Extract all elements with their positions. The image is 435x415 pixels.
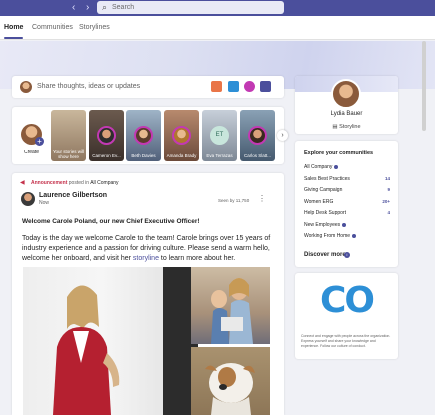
community-item[interactable]: Help Desk Support 4	[304, 210, 390, 216]
scrollbar[interactable]	[422, 41, 426, 131]
tab-bar: Home Communities Storylines	[0, 16, 435, 40]
discover-more-link[interactable]: Discover more	[304, 251, 346, 259]
post-image-presenter[interactable]	[23, 267, 198, 415]
storyline-link[interactable]: storyline	[133, 255, 159, 262]
tab-communities[interactable]: Communities	[32, 16, 73, 40]
more-options-icon[interactable]: ⋮	[258, 194, 266, 204]
post-headline: Welcome Carole Poland, our new Chief Exe…	[22, 218, 200, 225]
post-body-text-end: to learn more about her.	[158, 255, 236, 262]
explore-title: Explore your communities	[304, 150, 374, 156]
community-item[interactable]: Women ERG 20+	[304, 199, 390, 205]
community-link[interactable]: All Company	[90, 180, 118, 186]
tab-storylines[interactable]: Storylines	[79, 16, 110, 40]
post-time: Now	[39, 200, 50, 206]
unread-dot-icon	[342, 222, 347, 227]
search-placeholder: Search	[112, 4, 135, 11]
unread-count: 14	[384, 176, 390, 181]
post-image-family[interactable]	[191, 267, 270, 344]
author-name[interactable]: Laurence Gilbertson	[39, 191, 107, 200]
story-carlos[interactable]: Carlos Slatt...	[240, 110, 275, 161]
community-item[interactable]: Working From Home	[304, 233, 390, 239]
seen-by-count[interactable]: Seen by 11,750	[218, 198, 249, 204]
article-icon[interactable]	[260, 81, 271, 92]
story-avatar	[97, 126, 116, 145]
search-box[interactable]: ⌕ Search	[97, 1, 284, 14]
profile-avatar[interactable]	[331, 79, 361, 109]
story-avatar-initials: ET	[210, 126, 229, 145]
profile-card: Lydia Bauer ▤ Storyline	[295, 76, 398, 134]
communities-logo: CO	[319, 280, 375, 321]
explore-communities: Explore your communities All Company Sal…	[295, 141, 398, 267]
tab-home[interactable]: Home	[4, 16, 24, 40]
create-story[interactable]: + Create	[14, 110, 49, 161]
story-placeholder: Your stories will show here	[51, 110, 86, 161]
storyline-button[interactable]: ▤ Storyline	[295, 123, 398, 131]
dog-illustration	[205, 363, 255, 415]
story-amanda[interactable]: Amanda Brady	[164, 110, 199, 161]
stories-strip: + Create Your stories will show here Cam…	[12, 107, 284, 164]
composer[interactable]: Share thoughts, ideas or updates	[12, 76, 284, 98]
discussion-icon[interactable]	[211, 81, 222, 92]
title-bar: ‹ › ⌕ Search	[0, 0, 435, 16]
community-item[interactable]: All Company	[304, 164, 390, 170]
story-label: Eva Terrazas	[206, 153, 233, 158]
unread-count: 9	[387, 187, 390, 192]
megaphone-icon: ◀	[20, 180, 25, 186]
discover-description: Connect and engage with people across th…	[301, 334, 391, 348]
storyline-label: Storyline	[339, 124, 361, 130]
composer-placeholder: Share thoughts, ideas or updates	[37, 83, 141, 90]
discover-card[interactable]: CO Connect and engage with people across…	[295, 273, 398, 359]
author-avatar[interactable]	[21, 192, 35, 206]
unread-count: 20+	[382, 199, 390, 204]
story-cameron[interactable]: Cameron Ev...	[89, 110, 124, 161]
user-avatar	[20, 81, 32, 93]
story-label: Beth Davies	[131, 153, 156, 158]
presenter-illustration	[53, 267, 198, 415]
info-icon[interactable]: i	[344, 252, 350, 258]
community-item[interactable]: New Employees	[304, 222, 390, 228]
search-icon: ⌕	[102, 2, 108, 12]
community-item[interactable]: Sales Best Practices 14	[304, 176, 390, 182]
post-body: Today is the day we welcome Carole to th…	[22, 234, 280, 264]
unread-count: 4	[387, 210, 390, 215]
unread-dot-icon	[352, 233, 357, 238]
story-label: Cameron Ev...	[92, 153, 121, 158]
story-label: Your stories will show here	[52, 149, 85, 159]
post-image-dog[interactable]	[191, 347, 270, 415]
story-label: Carlos Slatt...	[243, 153, 271, 158]
profile-name[interactable]: Lydia Bauer	[295, 110, 398, 118]
announcement-post: ◀ Announcement posted in All Company Lau…	[12, 173, 284, 415]
story-beth[interactable]: Beth Davies	[126, 110, 161, 161]
back-arrow-icon[interactable]: ‹	[72, 1, 75, 15]
plus-icon: +	[35, 137, 44, 146]
praise-icon[interactable]	[244, 81, 255, 92]
stories-next-button[interactable]: ›	[277, 130, 288, 141]
story-eva[interactable]: ET Eva Terrazas	[202, 110, 237, 161]
story-label: Amanda Brady	[166, 153, 197, 158]
community-item[interactable]: Giving Campaign 9	[304, 187, 390, 193]
story-avatar	[248, 126, 267, 145]
posted-in-text: posted in	[68, 180, 90, 186]
announcement-label: Announcement	[31, 180, 68, 186]
story-avatar	[134, 126, 153, 145]
forward-arrow-icon[interactable]: ›	[86, 1, 89, 15]
story-avatar	[172, 126, 191, 145]
unread-dot-icon	[334, 164, 339, 169]
family-illustration	[211, 278, 253, 344]
create-story-label: Create	[23, 150, 39, 155]
question-icon[interactable]	[228, 81, 239, 92]
post-context: Announcement posted in All Company	[31, 179, 119, 187]
